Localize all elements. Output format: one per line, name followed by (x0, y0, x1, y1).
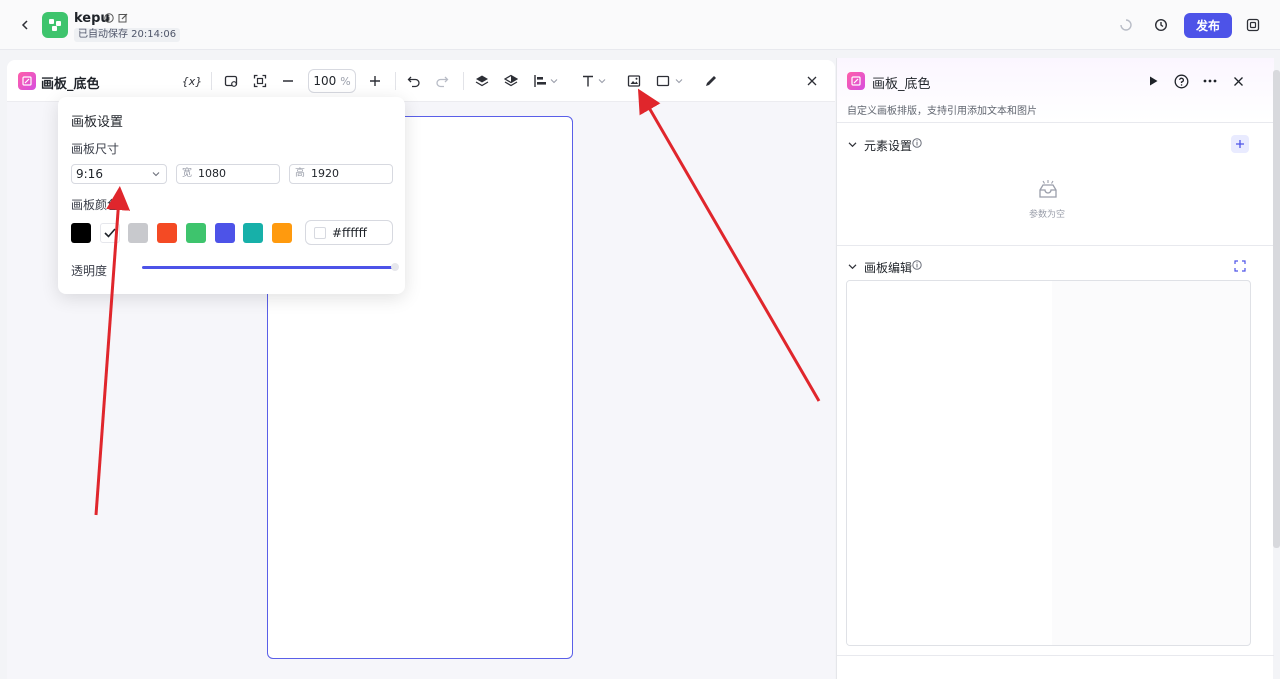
canvas-size-label: 画板尺寸 (71, 142, 120, 156)
saved-status: 已自动保存 20:14:06 (74, 28, 181, 42)
chevron-down-icon (152, 170, 160, 178)
opacity-slider[interactable] (142, 266, 393, 269)
toolbar-divider (211, 72, 212, 90)
color-swatch[interactable] (271, 223, 292, 243)
zoom-value: 100 (313, 74, 337, 88)
copy-icon[interactable] (1245, 17, 1261, 33)
canvas-editor: 画板_底色 {x} 100 % 画板设置 画板尺寸 9:16 宽 1080 高 … (7, 60, 835, 679)
ratio-select[interactable]: 9:16 (71, 164, 167, 184)
variable-icon[interactable]: {x} (182, 72, 203, 90)
color-swatch[interactable] (185, 223, 206, 243)
canvas-color-label: 画板颜色 (71, 198, 120, 212)
edit-icon[interactable] (118, 13, 128, 23)
help-icon[interactable] (1173, 73, 1189, 89)
width-prefix: 宽 (182, 168, 192, 179)
rectangle-icon[interactable] (654, 72, 672, 90)
chevron-down-icon[interactable] (597, 72, 607, 90)
info-icon[interactable] (104, 13, 114, 23)
zoom-unit: % (340, 74, 351, 88)
app-logo (42, 12, 68, 38)
color-swatch[interactable] (214, 223, 235, 243)
close-icon[interactable] (1230, 73, 1246, 89)
canvas-fit-icon[interactable] (222, 72, 240, 90)
height-value: 1920 (311, 167, 339, 180)
editor-toolbar: 画板_底色 {x} 100 % (7, 60, 835, 102)
chevron-down-icon[interactable] (674, 72, 684, 90)
image-icon[interactable] (625, 72, 643, 90)
hex-color-input[interactable]: #ffffff (305, 220, 393, 245)
canvas-edit-title: 画板编辑 (864, 261, 913, 275)
history-icon[interactable] (1153, 17, 1169, 33)
text-icon[interactable] (579, 72, 597, 90)
color-swatch[interactable] (157, 223, 178, 243)
close-icon[interactable] (803, 72, 821, 90)
color-swatch[interactable] (128, 223, 149, 243)
play-icon[interactable] (1145, 73, 1161, 89)
toolbar-divider (395, 72, 396, 90)
color-swatch[interactable] (99, 223, 120, 243)
zoom-input[interactable]: 100 % (308, 69, 356, 93)
canvas-node-icon (18, 72, 36, 90)
height-prefix: 高 (295, 168, 305, 179)
empty-state-text: 参数为空 (1029, 210, 1066, 220)
top-bar: kepu 已自动保存 20:14:06 发布 (0, 0, 1280, 50)
divider (837, 245, 1274, 246)
expand-icon[interactable] (1234, 260, 1246, 272)
hex-value: #ffffff (332, 225, 367, 240)
panel-title: 画板_底色 (872, 77, 931, 92)
layer-icon[interactable] (502, 72, 520, 90)
pen-icon[interactable] (702, 72, 720, 90)
ratio-value: 9:16 (76, 167, 103, 181)
color-swatch[interactable] (71, 223, 91, 243)
opacity-slider-handle[interactable] (391, 263, 399, 271)
height-field[interactable]: 高 1920 (289, 164, 393, 184)
chevron-down-icon[interactable] (549, 72, 559, 90)
popover-title: 画板设置 (71, 115, 124, 130)
chevron-down-icon[interactable] (848, 262, 857, 271)
divider (837, 122, 1274, 123)
empty-box-icon (1037, 179, 1059, 201)
canvas-settings-popover: 画板设置 画板尺寸 9:16 宽 1080 高 1920 画板颜色 #fffff… (58, 97, 405, 294)
scrollbar[interactable] (1273, 70, 1280, 548)
check-icon (104, 228, 116, 238)
zoom-in-icon[interactable] (366, 72, 384, 90)
element-settings-title: 元素设置 (864, 139, 913, 153)
redo-icon[interactable] (433, 72, 451, 90)
undo-icon[interactable] (405, 72, 423, 90)
publish-button[interactable]: 发布 (1184, 13, 1232, 38)
info-icon[interactable] (912, 138, 922, 148)
back-icon[interactable] (16, 16, 34, 34)
fullscreen-icon[interactable] (251, 72, 269, 90)
editor-title: 画板_底色 (41, 77, 100, 92)
add-element-button[interactable] (1231, 135, 1249, 153)
info-icon[interactable] (912, 260, 922, 270)
align-icon[interactable] (531, 72, 549, 90)
width-field[interactable]: 宽 1080 (176, 164, 280, 184)
chevron-down-icon[interactable] (848, 140, 857, 149)
toolbar-divider (463, 72, 464, 90)
more-icon[interactable] (1202, 73, 1218, 89)
loading-icon (1118, 17, 1134, 33)
width-value: 1080 (198, 167, 226, 180)
panel-description: 自定义画板排版，支持引用添加文本和图片 (847, 106, 1037, 117)
properties-panel: 画板_底色 自定义画板排版，支持引用添加文本和图片 元素设置 参数为空 画板编辑 (836, 58, 1274, 679)
canvas-edit-preview[interactable] (846, 280, 1251, 646)
layer-up-icon[interactable] (473, 72, 491, 90)
divider (837, 655, 1274, 656)
opacity-label: 透明度 (71, 264, 108, 278)
color-swatch[interactable] (243, 223, 264, 243)
canvas-node-icon (847, 72, 865, 90)
zoom-out-icon[interactable] (279, 72, 297, 90)
color-preview (314, 226, 326, 239)
